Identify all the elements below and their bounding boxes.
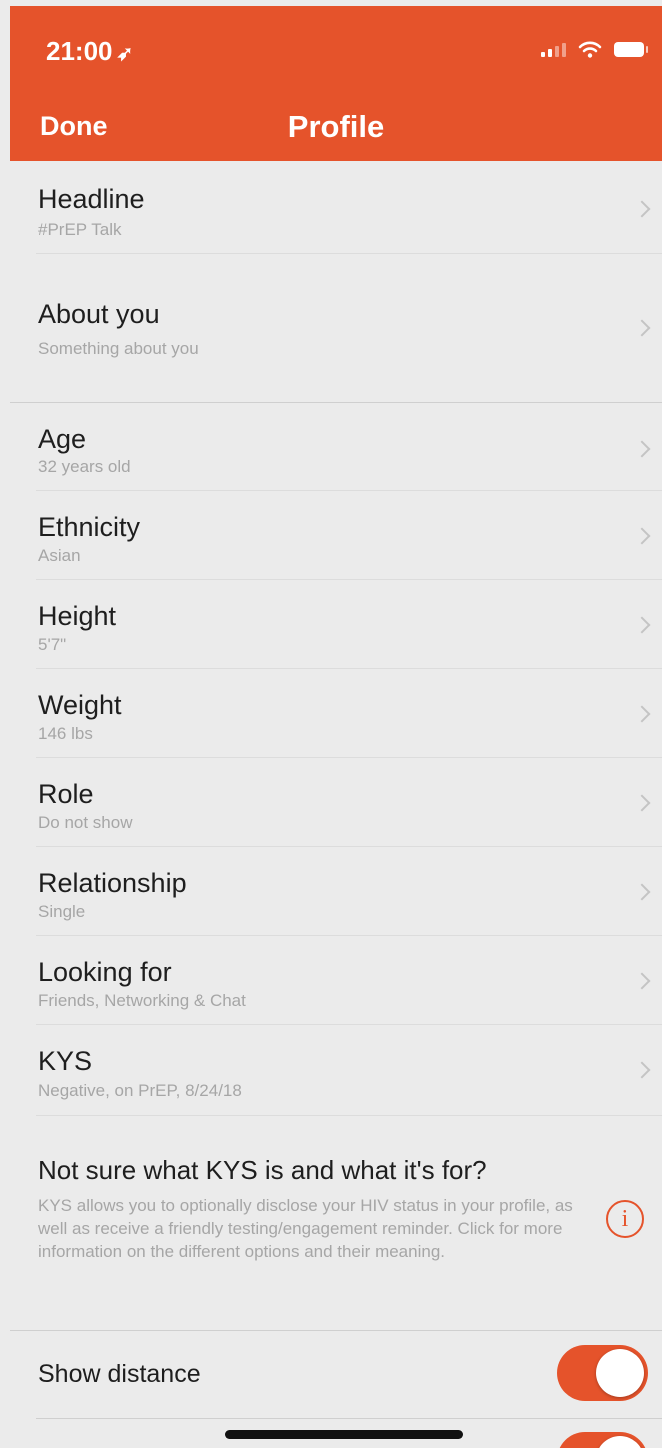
chevron-right-icon [633, 1061, 651, 1079]
chevron-right-icon [633, 616, 651, 634]
section-divider [10, 1330, 662, 1331]
row-label: Headline [38, 184, 145, 214]
row-label: Relationship [38, 868, 187, 898]
chevron-right-icon [633, 319, 651, 337]
chevron-right-icon [633, 527, 651, 545]
chevron-right-icon [633, 794, 651, 812]
row-value: Friends, Networking & Chat [38, 991, 246, 1010]
battery-icon [614, 41, 648, 57]
row-label: Age [38, 424, 87, 454]
chevron-right-icon [633, 972, 651, 990]
wifi-icon [578, 41, 602, 58]
row-label: Looking for [38, 957, 172, 987]
profile-row-role[interactable]: Role Do not show [36, 758, 662, 847]
row-label: Weight [38, 690, 122, 720]
profile-row-relationship[interactable]: Relationship Single [36, 847, 662, 936]
profile-row-kys[interactable]: KYS Negative, on PrEP, 8/24/18 [36, 1025, 662, 1116]
profile-row-age[interactable]: Age 32 years old [36, 403, 662, 491]
profile-row-weight[interactable]: Weight 146 lbs [36, 669, 662, 758]
row-value: Do not show [38, 813, 133, 832]
page-title: Profile [287, 109, 385, 144]
row-label: About you [38, 299, 160, 329]
chevron-right-icon [633, 200, 651, 218]
toggle-knob [596, 1436, 644, 1448]
row-label: Height [38, 601, 117, 631]
chevron-right-icon [633, 883, 651, 901]
row-value: Asian [38, 546, 81, 565]
row-value: 5'7" [38, 635, 67, 654]
profile-row-about[interactable]: About you Something about you [36, 254, 662, 402]
cellular-signal-icon [541, 41, 566, 57]
home-indicator[interactable] [225, 1430, 463, 1439]
toggle-knob [596, 1349, 644, 1397]
profile-row-ethnicity[interactable]: Ethnicity Asian [36, 491, 662, 580]
profile-row-headline[interactable]: Headline #PrEP Talk [36, 162, 662, 254]
profile-row-looking-for[interactable]: Looking for Friends, Networking & Chat [36, 936, 662, 1025]
status-time-text: 21:00 [46, 36, 113, 66]
chevron-right-icon [633, 440, 651, 458]
row-value: Negative, on PrEP, 8/24/18 [38, 1081, 242, 1100]
profile-row-height[interactable]: Height 5'7" [36, 580, 662, 669]
kys-info-block[interactable]: Not sure what KYS is and what it's for? … [38, 1155, 598, 1263]
nav-header: 21:00 ➶ Done Profile [10, 6, 662, 161]
row-label: Ethnicity [38, 512, 141, 542]
row-value: Single [38, 902, 86, 921]
row-label: Role [38, 779, 94, 809]
location-arrow-icon: ➶ [116, 43, 134, 65]
kys-info-description: KYS allows you to optionally disclose yo… [38, 1196, 573, 1261]
row-value: 32 years old [38, 457, 131, 476]
status-time: 21:00 ➶ [46, 36, 133, 67]
info-icon[interactable]: i [606, 1200, 644, 1238]
row-value: Something about you [38, 339, 199, 358]
show-distance-label: Show distance [38, 1360, 201, 1388]
chevron-right-icon [633, 705, 651, 723]
show-distance-toggle[interactable] [557, 1345, 648, 1401]
row-value: 146 lbs [38, 724, 93, 743]
second-toggle[interactable] [557, 1432, 648, 1448]
status-icons [541, 40, 648, 58]
kys-info-question: Not sure what KYS is and what it's for? [38, 1155, 487, 1185]
row-divider [36, 1418, 662, 1419]
row-label: KYS [38, 1046, 93, 1076]
row-value: #PrEP Talk [38, 220, 122, 239]
